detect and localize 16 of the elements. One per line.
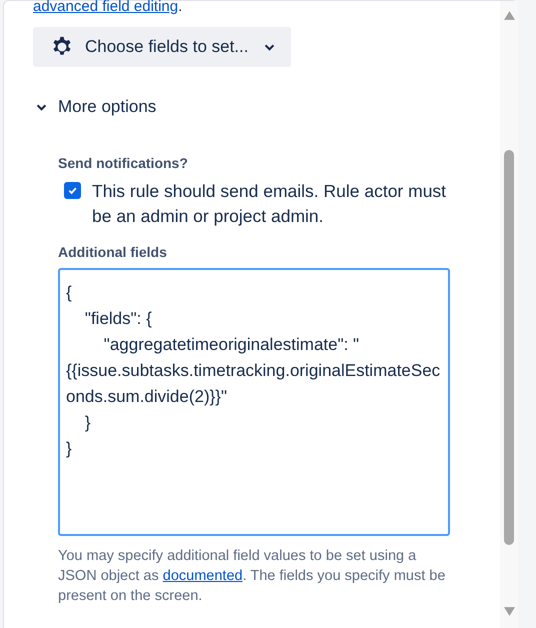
- documented-link[interactable]: documented: [162, 568, 243, 584]
- advanced-editing-link[interactable]: advanced field editing: [33, 0, 178, 15]
- checkbox[interactable]: [64, 182, 81, 199]
- help-text: You may specify additional field values to be set using a JSON object as documented. The fields you specify must be present on the screen.: [58, 547, 446, 606]
- input-field[interactable]: { "fields": { "aggregatetimeoriginalestimate": "{{issue.subtasks.timetracking.originalEstimateSeconds.sum.divide(2)}}" } }: [58, 268, 450, 536]
- chevron-icon: [36, 104, 47, 110]
- checkmark-icon: [67, 185, 78, 196]
- period-text: .: [178, 0, 182, 15]
- scroll-up-icon[interactable]: [504, 11, 514, 20]
- scroll-down-icon[interactable]: [504, 607, 514, 616]
- field-label: Additional fields: [58, 244, 168, 260]
- choose-fields-button[interactable]: Choose fields to set...: [33, 27, 292, 67]
- chevron-down-icon: [264, 44, 276, 50]
- more-options-toggle[interactable]: More options: [36, 97, 156, 117]
- checkbox-label: This rule should send emails. Rule actor must be an admin or project admin.: [92, 180, 448, 228]
- field-label: Send notifications?: [58, 155, 189, 171]
